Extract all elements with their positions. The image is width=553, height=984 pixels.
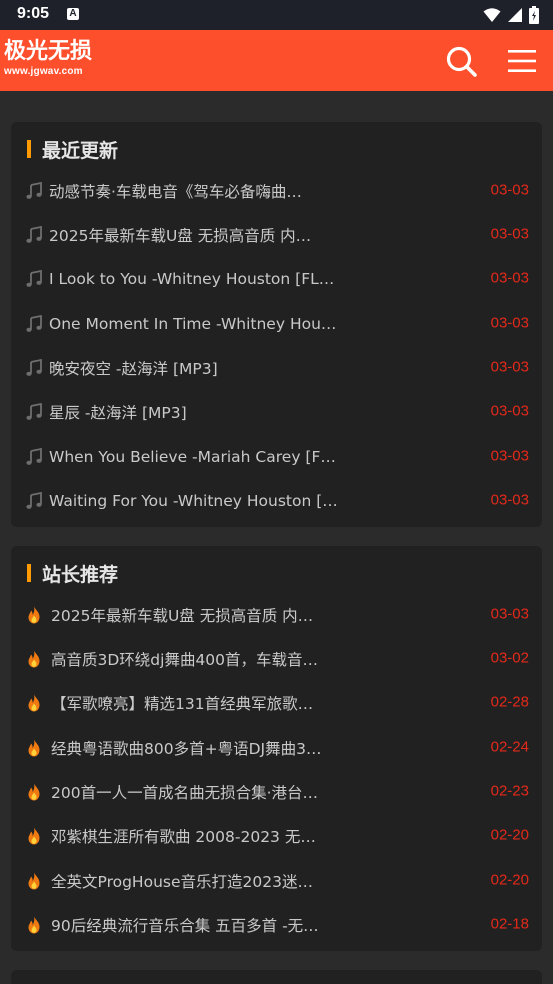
item-date: 03-03 — [490, 225, 529, 243]
battery-icon — [529, 6, 539, 24]
music-note-icon — [26, 270, 42, 287]
item-title: 全英文ProgHouse音乐打造2023迷… — [51, 873, 313, 891]
list-item[interactable]: 200首一人一首成名曲无损合集·港台… 02-23 — [11, 770, 542, 814]
item-date: 02-28 — [490, 693, 529, 711]
list-item[interactable]: 90后经典流行音乐合集 五百多首 -无… 02-18 — [11, 903, 542, 947]
list-item[interactable]: 【军歌嘹亮】精选131首经典军旅歌… 02-28 — [11, 681, 542, 725]
item-date: 03-02 — [490, 649, 529, 667]
logo-url: www.jgwav.com — [4, 66, 83, 77]
section-title: 站长推荐 — [27, 562, 119, 586]
item-title: I Look to You -Whitney Houston [FL… — [49, 270, 335, 288]
title-accent-bar — [27, 140, 31, 158]
list-item[interactable]: 2025年最新车载U盘 无损高音质 内… 03-03 — [11, 213, 542, 257]
item-date: 03-03 — [490, 314, 529, 332]
item-date: 02-18 — [490, 915, 529, 933]
wifi-icon — [483, 8, 501, 22]
list-item[interactable]: 晚安夜空 -赵海洋 [MP3] 03-03 — [11, 346, 542, 390]
music-note-icon — [26, 448, 42, 465]
notification-icon: A — [67, 8, 79, 20]
item-title: 晚安夜空 -赵海洋 [MP3] — [49, 360, 218, 378]
item-title: 90后经典流行音乐合集 五百多首 -无… — [51, 917, 319, 935]
fire-icon — [28, 783, 40, 801]
item-date: 03-03 — [490, 269, 529, 287]
list-item[interactable]: I Look to You -Whitney Houston [FL… 03-0… — [11, 257, 542, 301]
list-item[interactable]: Waiting For You -Whitney Houston [… 03-0… — [11, 479, 542, 523]
item-date: 03-03 — [490, 447, 529, 465]
item-title: 高音质3D环绕dj舞曲400首，车载音… — [51, 651, 319, 669]
item-title: 邓紫棋生涯所有歌曲 2008-2023 无… — [51, 828, 316, 846]
system-icons — [483, 6, 539, 24]
music-note-icon — [26, 359, 42, 376]
title-accent-bar — [27, 564, 31, 582]
list-item[interactable]: 高音质3D环绕dj舞曲400首，车载音… 03-02 — [11, 637, 542, 681]
menu-icon[interactable] — [506, 46, 538, 76]
section-title: 最近更新 — [27, 138, 119, 162]
fire-icon — [28, 827, 40, 845]
list-item[interactable]: When You Believe -Mariah Carey [FL… 03-0… — [11, 435, 542, 479]
fire-icon — [28, 694, 40, 712]
site-logo[interactable]: 极光无损 www.jgwav.com — [4, 39, 93, 78]
item-title: 动感节奏·车载电音《驾车必备嗨曲… — [49, 183, 302, 201]
list-item[interactable]: 邓紫棋生涯所有歌曲 2008-2023 无… 02-20 — [11, 814, 542, 858]
signal-icon — [508, 8, 522, 22]
item-title: 2025年最新车载U盘 无损高音质 内… — [49, 227, 312, 245]
item-title: 2025年最新车载U盘 无损高音质 内… — [51, 607, 314, 625]
list-item[interactable]: One Moment In Time -Whitney Hous… 03-03 — [11, 302, 542, 346]
item-title: When You Believe -Mariah Carey [FL… — [49, 448, 344, 466]
item-date: 03-03 — [490, 181, 529, 199]
logo-text: 极光无损 — [4, 39, 93, 64]
list-item[interactable]: 动感节奏·车载电音《驾车必备嗨曲… 03-03 — [11, 169, 542, 213]
item-title: 经典粤语歌曲800多首+粤语DJ舞曲3… — [51, 740, 322, 758]
recent-updates-section: 最近更新 动感节奏·车载电音《驾车必备嗨曲… 03-03 2025年最新车载U盘… — [11, 122, 542, 527]
item-date: 02-24 — [490, 738, 529, 756]
list-item[interactable]: 星辰 -赵海洋 [MP3] 03-03 — [11, 390, 542, 434]
item-date: 03-03 — [490, 402, 529, 420]
app-header: 极光无损 www.jgwav.com — [0, 30, 553, 91]
search-icon[interactable] — [444, 44, 478, 78]
fire-icon — [28, 872, 40, 890]
item-title: Waiting For You -Whitney Houston [… — [49, 492, 338, 510]
status-time: 9:05 — [17, 5, 50, 22]
item-date: 03-03 — [490, 358, 529, 376]
section-title-text: 最近更新 — [42, 139, 119, 162]
item-date: 03-03 — [490, 605, 529, 623]
fire-icon — [28, 739, 40, 757]
recommended-section: 站长推荐 2025年最新车载U盘 无损高音质 内… 03-03 高音质3D环绕d… — [11, 546, 542, 951]
item-date: 02-23 — [490, 782, 529, 800]
item-title: One Moment In Time -Whitney Hous… — [49, 315, 344, 333]
music-note-icon — [26, 182, 42, 199]
music-note-icon — [26, 226, 42, 243]
fire-icon — [28, 606, 40, 624]
music-note-icon — [26, 315, 42, 332]
item-title: 星辰 -赵海洋 [MP3] — [49, 404, 187, 422]
item-date: 03-03 — [490, 491, 529, 509]
list-item[interactable]: 全英文ProgHouse音乐打造2023迷… 02-20 — [11, 859, 542, 903]
list-item[interactable]: 2025年最新车载U盘 无损高音质 内… 03-03 — [11, 593, 542, 637]
list-item[interactable]: 经典粤语歌曲800多首+粤语DJ舞曲3… 02-24 — [11, 726, 542, 770]
item-date: 02-20 — [490, 871, 529, 889]
music-note-icon — [26, 492, 42, 509]
status-bar: 9:05 A — [0, 0, 553, 30]
item-date: 02-20 — [490, 826, 529, 844]
item-title: 【军歌嘹亮】精选131首经典军旅歌… — [51, 695, 314, 713]
music-note-icon — [26, 403, 42, 420]
next-section-card — [11, 970, 542, 984]
item-title: 200首一人一首成名曲无损合集·港台… — [51, 784, 319, 802]
fire-icon — [28, 650, 40, 668]
section-title-text: 站长推荐 — [42, 563, 119, 586]
fire-icon — [28, 916, 40, 934]
